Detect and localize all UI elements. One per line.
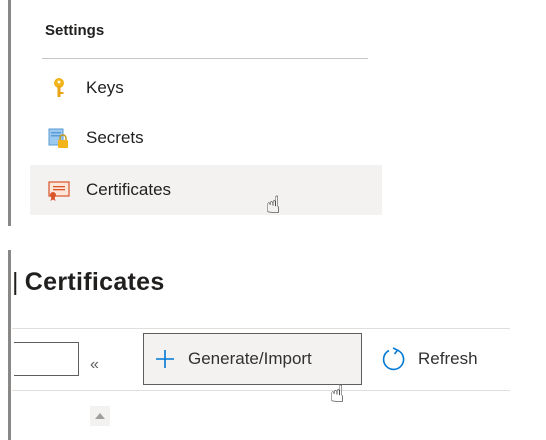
plus-icon — [154, 348, 176, 370]
toolbar-bottom-divider — [12, 390, 510, 391]
title-pipe: | — [12, 268, 19, 296]
nav-item-secrets-label: Secrets — [86, 128, 144, 147]
toolbar-top-divider — [12, 328, 510, 329]
secret-icon — [48, 127, 70, 149]
refresh-label: Refresh — [418, 349, 478, 368]
collapse-menu-button[interactable]: « — [90, 356, 99, 374]
nav-item-keys-label: Keys — [86, 78, 124, 97]
scroll-up-button[interactable] — [90, 406, 110, 426]
generate-import-button[interactable]: Generate/Import — [143, 333, 362, 385]
refresh-icon — [380, 346, 406, 372]
nav-item-certificates-label: Certificates — [86, 180, 172, 199]
settings-divider — [42, 58, 368, 59]
nav-item-secrets[interactable]: Secrets — [30, 113, 382, 163]
certificate-icon — [48, 179, 70, 201]
refresh-button[interactable]: Refresh — [380, 336, 478, 382]
generate-import-label: Generate/Import — [188, 349, 312, 368]
hand-pointer-cursor-icon: ☝ — [266, 192, 281, 219]
key-icon — [48, 77, 70, 99]
resource-search-input[interactable] — [14, 342, 79, 376]
page-title-text: Certificates — [24, 268, 165, 296]
nav-item-certificates[interactable]: Certificates — [30, 165, 382, 215]
page-title: | Certificates — [12, 268, 165, 297]
settings-accent-bar — [8, 0, 11, 226]
settings-header: Settings — [45, 22, 105, 39]
nav-item-keys[interactable]: Keys — [30, 63, 382, 113]
hand-pointer-cursor-icon-2: ☝ — [330, 381, 345, 408]
blade-accent-bar — [8, 250, 11, 440]
triangle-up-icon — [95, 413, 105, 419]
